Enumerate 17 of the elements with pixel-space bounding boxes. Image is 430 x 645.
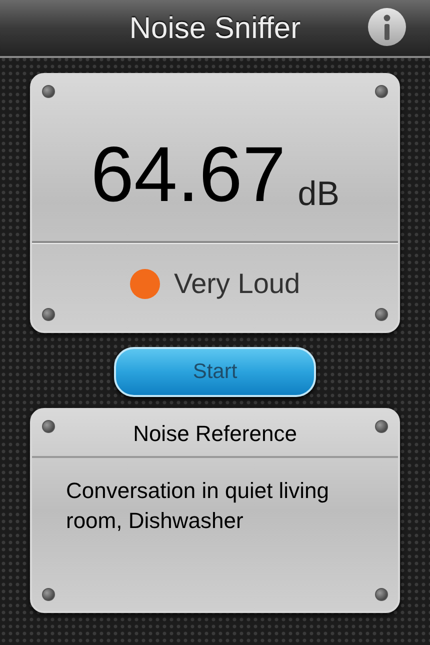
screw-icon xyxy=(375,420,388,433)
reference-text: Conversation in quiet living room, Dishwasher xyxy=(65,477,330,535)
screw-icon xyxy=(42,85,55,98)
screw-icon xyxy=(42,420,55,433)
info-button[interactable] xyxy=(368,8,406,46)
screw-icon xyxy=(375,85,388,98)
noise-reading: 64.67 xyxy=(90,135,286,213)
screw-icon xyxy=(375,308,388,321)
screw-icon xyxy=(375,588,388,601)
screw-icon xyxy=(42,308,55,321)
start-button[interactable]: Start xyxy=(114,347,316,397)
reference-title: Noise Reference xyxy=(133,420,297,448)
status-label: Very Loud xyxy=(174,267,300,301)
app-title: Noise Sniffer xyxy=(129,10,301,46)
screw-icon xyxy=(42,588,55,601)
unit-label: dB xyxy=(298,177,340,211)
info-icon xyxy=(382,14,392,40)
